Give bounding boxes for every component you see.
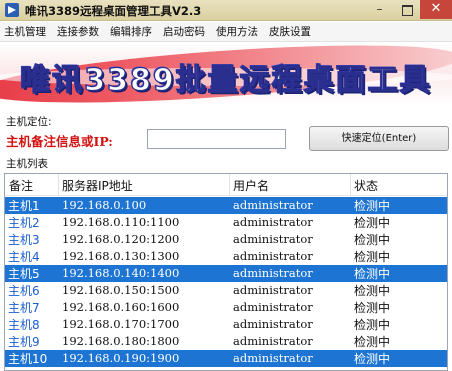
status-cell: 检测中: [354, 199, 391, 213]
locate-input[interactable]: [147, 129, 286, 149]
host-table[interactable]: 备注 服务器IP地址 用户名 状态 主机1 192.168.0.100 admini…: [4, 173, 448, 371]
title-bar: 唯讯3389远程桌面管理工具V2.3 – ✕: [0, 0, 452, 21]
host-name-cell: 主机5: [8, 267, 40, 281]
table-row[interactable]: 主机7 192.168.0.160:1600 administrator 检测中: [5, 299, 447, 316]
close-button[interactable]: ✕: [420, 0, 452, 19]
menu-host-management[interactable]: 主机管理: [4, 24, 46, 39]
status-cell: 检测中: [354, 301, 391, 315]
column-header-ip[interactable]: 服务器IP地址: [62, 177, 133, 194]
banner: 唯讯3389批量远程桌面工具: [0, 43, 452, 107]
menu-edit-sort[interactable]: 编辑排序: [110, 24, 152, 39]
status-cell: 检测中: [354, 335, 391, 349]
status-cell: 检测中: [354, 216, 391, 230]
table-row[interactable]: 主机8 192.168.0.170:1700 administrator 检测中: [5, 316, 447, 333]
ip-cell: 192.168.0.120:1200: [62, 232, 180, 246]
table-row[interactable]: 主机4 192.168.0.130:1300 administrator 检测中: [5, 248, 447, 265]
column-divider: [350, 174, 351, 196]
window-title: 唯讯3389远程桌面管理工具V2.3: [25, 4, 202, 18]
column-divider: [229, 174, 230, 196]
ip-cell: 192.168.0.150:1500: [62, 283, 180, 297]
host-list-label: 主机列表: [6, 158, 48, 170]
username-cell: administrator: [233, 317, 313, 331]
status-cell: 检测中: [354, 250, 391, 264]
host-name-cell: 主机9: [8, 335, 40, 349]
username-cell: administrator: [233, 249, 313, 263]
username-cell: administrator: [233, 232, 313, 246]
table-row[interactable]: 主机9 192.168.0.180:1800 administrator 检测中: [5, 333, 447, 350]
username-cell: administrator: [233, 266, 313, 280]
menu-connection-params[interactable]: 连接参数: [57, 24, 99, 39]
table-header: 备注 服务器IP地址 用户名 状态: [5, 174, 447, 196]
table-row[interactable]: 主机10 192.168.0.190:1900 administrator 检测中: [5, 350, 447, 367]
ip-cell: 192.168.0.170:1700: [62, 317, 180, 331]
menu-skin-settings[interactable]: 皮肤设置: [269, 24, 311, 39]
ip-cell: 192.168.0.180:1800: [62, 334, 180, 348]
banner-title: 唯讯3389批量远程桌面工具: [20, 62, 432, 98]
username-cell: administrator: [233, 198, 313, 212]
username-cell: administrator: [233, 334, 313, 348]
host-name-cell: 主机3: [8, 233, 40, 247]
host-name-cell: 主机1: [8, 199, 40, 213]
column-header-status[interactable]: 状态: [354, 177, 378, 194]
host-name-cell: 主机10: [8, 352, 48, 366]
status-cell: 检测中: [354, 318, 391, 332]
locate-field-label: 主机备注信息或IP:: [6, 134, 113, 149]
username-cell: administrator: [233, 215, 313, 229]
status-cell: 检测中: [354, 233, 391, 247]
minimize-button[interactable]: –: [366, 0, 393, 19]
column-header-note[interactable]: 备注: [9, 177, 33, 194]
table-row[interactable]: 主机2 192.168.0.110:1100 administrator 检测中: [5, 214, 447, 231]
menu-bar: 主机管理 连接参数 编辑排序 启动密码 使用方法 皮肤设置: [0, 22, 452, 42]
status-cell: 检测中: [354, 284, 391, 298]
column-divider: [58, 174, 59, 196]
table-row[interactable]: 主机5 192.168.0.140:1400 administrator 检测中: [5, 265, 447, 282]
menu-startup-password[interactable]: 启动密码: [163, 24, 205, 39]
username-cell: administrator: [233, 300, 313, 314]
ip-cell: 192.168.0.130:1300: [62, 249, 180, 263]
app-icon: [5, 3, 19, 17]
ip-cell: 192.168.0.100: [62, 198, 147, 212]
table-row[interactable]: 主机3 192.168.0.120:1200 administrator 检测中: [5, 231, 447, 248]
menu-usage[interactable]: 使用方法: [216, 24, 258, 39]
ip-cell: 192.168.0.190:1900: [62, 351, 180, 365]
table-row[interactable]: 主机1 192.168.0.100 administrator 检测中: [5, 197, 447, 214]
quick-locate-button[interactable]: 快速定位(Enter): [309, 126, 449, 151]
ip-cell: 192.168.0.140:1400: [62, 266, 180, 280]
ip-cell: 192.168.0.110:1100: [62, 215, 180, 229]
username-cell: administrator: [233, 351, 313, 365]
host-name-cell: 主机7: [8, 301, 40, 315]
table-row[interactable]: 主机6 192.168.0.150:1500 administrator 检测中: [5, 282, 447, 299]
maximize-button[interactable]: [393, 0, 420, 19]
host-name-cell: 主机4: [8, 250, 40, 264]
username-cell: administrator: [233, 283, 313, 297]
host-name-cell: 主机2: [8, 216, 40, 230]
host-name-cell: 主机6: [8, 284, 40, 298]
status-cell: 检测中: [354, 267, 391, 281]
ip-cell: 192.168.0.160:1600: [62, 300, 180, 314]
column-header-user[interactable]: 用户名: [233, 177, 269, 194]
host-name-cell: 主机8: [8, 318, 40, 332]
status-cell: 检测中: [354, 352, 391, 366]
locate-section-label: 主机定位:: [6, 116, 52, 128]
